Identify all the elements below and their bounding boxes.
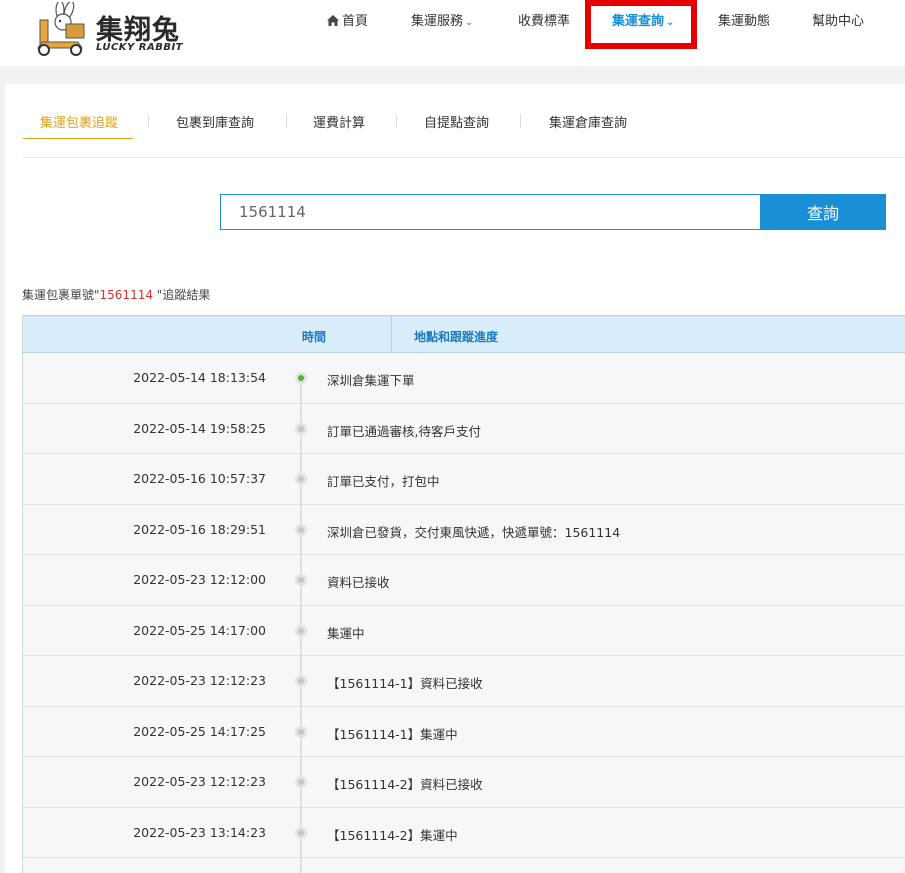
- tab-divider: [396, 114, 397, 128]
- result-prefix: 集運包裹單號": [22, 288, 100, 302]
- tab-warehouse-arrival[interactable]: 包裹到庫查詢: [176, 112, 254, 131]
- nav-home-label: 首頁: [342, 14, 369, 29]
- timeline-dot-icon: [295, 776, 307, 788]
- query-tabs: 集運包裹追蹤 包裹到庫查詢 運費計算 自提點查詢 集運倉庫查詢: [23, 84, 905, 158]
- nav-news[interactable]: 集運動態: [718, 10, 770, 29]
- table-row: 2022-05-16 10:57:37 訂單已支付，打包中: [23, 454, 905, 505]
- nav-pricing-label: 收費標準: [518, 14, 571, 29]
- row-time: 2022-05-14 18:13:54: [133, 370, 266, 385]
- row-time: 2022-05-16 10:57:37: [133, 471, 266, 486]
- main-panel: 集運包裹追蹤 包裹到庫查詢 運費計算 自提點查詢 集運倉庫查詢 查詢 集運包裹單…: [5, 84, 905, 873]
- row-time: 2022-05-25 14:17:00: [133, 622, 266, 638]
- nav-service-label: 集運服務: [411, 14, 464, 29]
- table-row: 2022-05-23 12:12:23 【1561114-2】資料已接收: [23, 757, 905, 808]
- tab-pickup-points[interactable]: 自提點查詢: [424, 112, 489, 131]
- row-description: 深圳倉已發貨，交付東風快遞，快遞單號：1561114: [327, 524, 621, 540]
- row-time: 2022-05-25 14:17:25: [133, 723, 266, 739]
- column-header-progress: 地點和跟蹤進度: [414, 330, 499, 344]
- row-time: 2022-05-23 12:12:00: [133, 572, 266, 587]
- row-description: 【1561114-2】資料已接收: [327, 777, 483, 792]
- nav-home[interactable]: 首頁: [327, 10, 368, 29]
- row-description: 訂單已支付，打包中: [327, 474, 440, 489]
- site-logo[interactable]: 集翔兔 LUCKY RABBIT: [28, 2, 198, 58]
- timeline-dot-icon: [295, 574, 307, 586]
- table-row: 2022-05-14 19:58:25 訂單已通過審核,待客戶支付: [23, 403, 905, 454]
- row-time: 2022-05-14 19:58:25: [133, 420, 266, 436]
- timeline-dot-icon: [295, 826, 307, 839]
- timeline-dot-icon: [295, 624, 307, 637]
- tab-divider: [520, 114, 521, 128]
- tab-parcel-tracking[interactable]: 集運包裹追蹤: [40, 112, 118, 131]
- timeline-dot-icon: [295, 725, 307, 738]
- result-number: 1561114: [99, 288, 153, 302]
- table-row: 2022-05-23 13:14:23 【1561114-2】集運中: [23, 807, 905, 858]
- table-row: 2022-05-16 18:29:51 深圳倉已發貨，交付東風快遞，快遞單號：1…: [23, 504, 905, 555]
- highlight-annotation-box: [585, 0, 697, 49]
- nav-service[interactable]: 集運服務 ⌄: [411, 10, 473, 29]
- logo-subtitle: LUCKY RABBIT: [96, 42, 183, 53]
- nav-help-label: 幫助中心: [812, 14, 865, 29]
- tab-shipping-calc[interactable]: 運費計算: [313, 112, 365, 131]
- site-header: 集翔兔 LUCKY RABBIT 首頁 集運服務 ⌄ 收費標準 集運查詢 ⌄ 集運動…: [0, 0, 905, 66]
- home-icon: [327, 15, 339, 26]
- rabbit-scooter-logo-icon: [37, 2, 85, 56]
- row-description: 【1561114-2】集運中: [327, 827, 458, 843]
- table-row: 2022-05-25 14:17:25 【1561114-1】集運中: [23, 706, 905, 757]
- table-row: 2022-05-14 18:13:54 深圳倉集運下單: [23, 353, 905, 404]
- chevron-down-icon: ⌄: [465, 17, 474, 28]
- table-row: [23, 858, 905, 873]
- timeline-dot-current-icon: [295, 372, 307, 384]
- timeline-dot-icon: [295, 523, 307, 536]
- search-button[interactable]: 查詢: [760, 194, 886, 230]
- row-time: 2022-05-23 13:14:23: [133, 824, 266, 840]
- nav-pricing[interactable]: 收費標準: [518, 10, 570, 29]
- row-description: 訂單已通過審核,待客戶支付: [327, 423, 481, 439]
- result-suffix: "追蹤結果: [152, 288, 211, 302]
- row-time: 2022-05-23 12:12:23: [133, 673, 266, 688]
- table-row: 2022-05-23 12:12:00 資料已接收: [23, 555, 905, 606]
- timeline-dot-icon: [295, 675, 307, 687]
- timeline-dot-icon: [295, 473, 307, 485]
- table-row: 2022-05-23 12:12:23 【1561114-1】資料已接收: [23, 656, 905, 707]
- result-caption: 集運包裹單號"1561114 "追蹤結果: [22, 286, 210, 303]
- nav-news-label: 集運動態: [718, 14, 771, 29]
- tab-divider: [286, 114, 287, 128]
- header-divider: [391, 316, 392, 353]
- table-row: 2022-05-25 14:17:00 集運中: [23, 605, 905, 656]
- active-tab-underline: [23, 138, 133, 139]
- table-body: 2022-05-14 18:13:54 深圳倉集運下單 2022-05-14 1…: [23, 353, 905, 873]
- row-description: 資料已接收: [327, 575, 390, 590]
- row-description: 【1561114-1】集運中: [327, 726, 458, 742]
- row-description: 【1561114-1】資料已接收: [327, 676, 483, 691]
- nav-help[interactable]: 幫助中心: [812, 10, 864, 29]
- tab-divider: [148, 114, 149, 128]
- column-header-time: 時間: [302, 330, 327, 344]
- tab-warehouse-query[interactable]: 集運倉庫查詢: [549, 112, 627, 131]
- tracking-number-input[interactable]: [220, 194, 761, 230]
- tracking-table: 時間 地點和跟蹤進度 2022-05-14 18:13:54 深圳倉集運下單 2…: [22, 315, 905, 873]
- timeline-dot-icon: [295, 422, 307, 435]
- row-description: 深圳倉集運下單: [327, 373, 415, 388]
- row-time: 2022-05-16 18:29:51: [133, 521, 266, 537]
- row-time: 2022-05-23 12:12:23: [133, 774, 266, 789]
- table-header: 時間 地點和跟蹤進度: [23, 315, 905, 353]
- row-description: 集運中: [327, 625, 365, 641]
